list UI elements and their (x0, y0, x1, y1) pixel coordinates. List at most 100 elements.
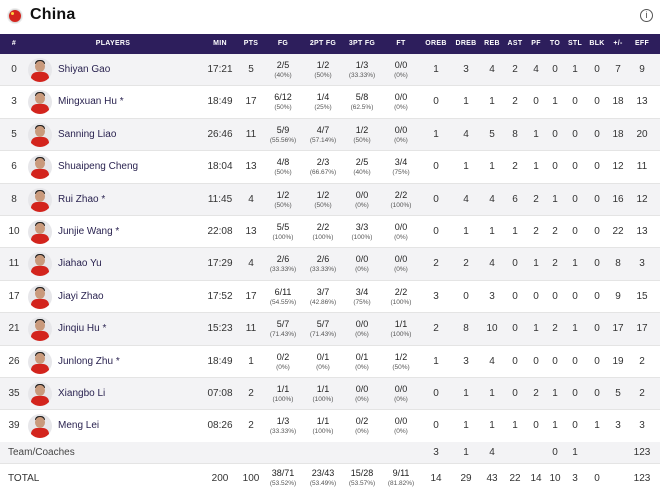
col-stl[interactable]: STL (564, 40, 586, 47)
col-to[interactable]: TO (544, 40, 566, 47)
player-oreb: 0 (433, 225, 439, 237)
player-oreb: 2 (433, 323, 439, 335)
col-ft[interactable]: FT (382, 40, 420, 47)
player-3pt-fg: 3/3 (100%) (351, 221, 373, 241)
table-row: 21 Jinqiu Hu * 15:23 11 5/7 (71.43%) 5/7(… (0, 313, 660, 346)
player-eff: 3 (639, 420, 645, 432)
player-blk: 0 (594, 323, 600, 335)
player-name-link[interactable]: Shiyan Gao (58, 54, 188, 86)
player-min: 15:23 (207, 323, 233, 335)
player-avatar (28, 187, 52, 212)
player-avatar (28, 58, 52, 82)
player-name-link[interactable]: Jinqiu Hu * (58, 313, 188, 345)
player-ft: 1/1 (100%) (390, 319, 412, 339)
player-name-link[interactable]: Xiangbo Li (58, 378, 188, 410)
player-dreb: 2 (463, 258, 469, 270)
player-3pt-fg: 5/8 (62.5%) (350, 92, 374, 112)
player-ast: 8 (512, 128, 518, 140)
player-plus-minus: 7 (615, 64, 621, 75)
team-stl: 1 (572, 447, 578, 458)
col-number[interactable]: # (0, 40, 28, 47)
player-ft: 0/0 (0%) (394, 254, 408, 274)
player-pts: 11 (245, 128, 257, 140)
col-pts[interactable]: PTS (238, 40, 264, 47)
player-oreb: 1 (433, 128, 439, 140)
player-ast: 2 (512, 64, 518, 75)
player-to: 0 (552, 64, 558, 75)
player-ast: 2 (512, 161, 518, 173)
player-oreb: 3 (433, 290, 439, 302)
player-fg: 5/9 (55.56%) (269, 124, 297, 144)
player-avatar (28, 219, 52, 244)
player-name-link[interactable]: Meng Lei (58, 410, 188, 442)
total-oreb: 14 (430, 473, 442, 484)
player-to: 2 (552, 225, 558, 237)
player-name-link[interactable]: Mingxuan Hu * (58, 86, 188, 118)
col-dreb[interactable]: DREB (452, 40, 480, 47)
col-blk[interactable]: BLK (586, 40, 608, 47)
player-name-link[interactable]: Junlong Zhu * (58, 346, 188, 378)
player-dreb: 4 (463, 128, 469, 140)
player-min: 11:45 (207, 193, 233, 205)
col-2pt-fg[interactable]: 2PT FG (304, 40, 342, 47)
player-to: 0 (552, 355, 558, 367)
player-eff: 11 (636, 161, 648, 173)
player-reb: 1 (489, 96, 495, 108)
player-blk: 0 (594, 290, 600, 302)
table-row: 11 Jiahao Yu 17:29 4 2/6 (33.33%) 2/6 (33.… (0, 248, 660, 281)
total-2pt-fg: 23/43 (53.49%) (309, 468, 337, 487)
col-oreb[interactable]: OREB (422, 40, 450, 47)
player-ast: 0 (512, 387, 518, 399)
player-pts: 2 (248, 387, 254, 399)
col-3pt-fg[interactable]: 3PT FG (342, 40, 382, 47)
player-name-link[interactable]: Jiayi Zhao (58, 281, 188, 313)
player-name-link[interactable]: Junjie Wang * (58, 216, 188, 248)
player-3pt-fg: 3/4 (75%) (353, 286, 371, 306)
player-name-link[interactable]: Shuaipeng Cheng (58, 151, 188, 183)
player-blk: 0 (594, 128, 600, 140)
player-fg: 6/12 (50%) (274, 92, 292, 112)
player-ast: 0 (512, 355, 518, 367)
player-2pt-fg: 1/1 (100%) (312, 416, 334, 436)
col-plus-minus[interactable]: +/- (606, 40, 630, 47)
col-ast[interactable]: AST (503, 40, 527, 47)
player-ft: 0/0 (0%) (394, 92, 408, 112)
team-blk (586, 442, 608, 464)
player-dreb: 3 (463, 355, 469, 367)
player-3pt-fg: 0/0 (0%) (355, 383, 369, 403)
player-min: 17:29 (207, 258, 233, 270)
player-stl: 0 (572, 355, 578, 367)
total-min: 200 (211, 473, 229, 484)
player-ft: 0/0 (0%) (394, 221, 408, 241)
col-eff[interactable]: EFF (630, 40, 654, 47)
player-reb: 1 (489, 387, 495, 399)
player-2pt-fg: 0/1 (0%) (316, 351, 330, 371)
player-to: 1 (552, 193, 558, 205)
info-icon[interactable]: i (640, 9, 653, 22)
player-name-link[interactable]: Rui Zhao * (58, 184, 188, 216)
team-dreb: 1 (463, 447, 469, 458)
col-reb[interactable]: REB (478, 40, 506, 47)
player-number: 10 (8, 225, 20, 237)
player-ft: 0/0 (0%) (394, 416, 408, 436)
player-to: 0 (552, 128, 558, 140)
player-2pt-fg: 1/4 (25%) (314, 92, 332, 112)
player-2pt-fg: 1/2 (50%) (314, 189, 332, 209)
player-name-link[interactable]: Jiahao Yu (58, 248, 188, 280)
player-min: 26:46 (207, 128, 233, 140)
player-fg: 5/7 (71.43%) (269, 319, 297, 339)
player-dreb: 1 (463, 387, 469, 399)
player-stl: 1 (572, 258, 578, 270)
player-name-link[interactable]: Sanning Liao (58, 119, 188, 151)
col-min[interactable]: MIN (198, 40, 242, 47)
col-players[interactable]: PLAYERS (58, 40, 168, 47)
player-reb: 10 (486, 323, 498, 335)
player-min: 22:08 (207, 225, 233, 237)
player-plus-minus: 19 (612, 355, 624, 367)
player-pts: 5 (248, 64, 254, 75)
player-ft: 1/2 (50%) (392, 351, 410, 371)
player-dreb: 3 (463, 64, 469, 75)
player-blk: 0 (594, 258, 600, 270)
player-plus-minus: 5 (615, 387, 621, 399)
col-fg[interactable]: FG (264, 40, 302, 47)
